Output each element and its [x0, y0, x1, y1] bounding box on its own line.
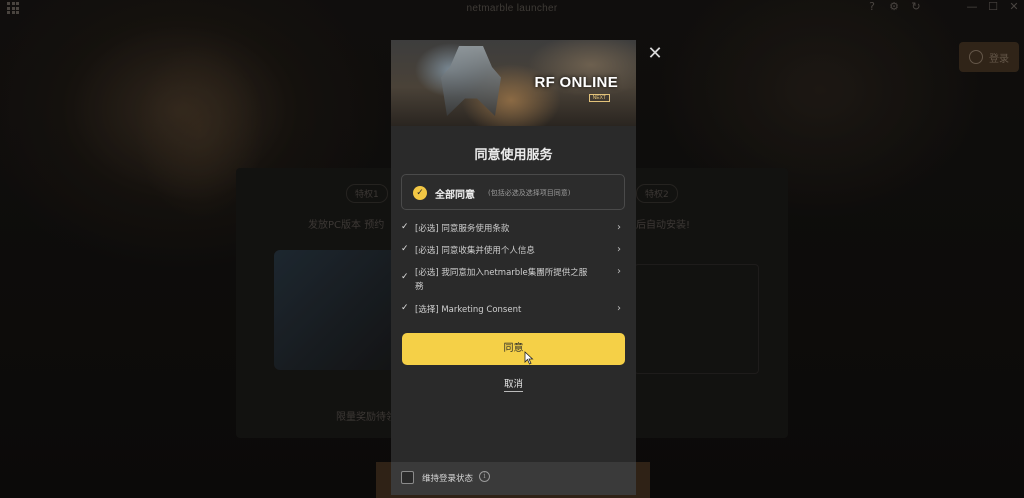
- check-icon[interactable]: ✓: [401, 222, 409, 232]
- info-icon[interactable]: i: [479, 471, 490, 482]
- chevron-right-icon[interactable]: ›: [617, 222, 621, 233]
- term-row-privacy[interactable]: ✓ [必选] 同意收集并使用个人信息 ›: [401, 244, 623, 260]
- check-icon[interactable]: ✓: [401, 272, 409, 282]
- banner-mech-art: [441, 46, 501, 116]
- close-modal-button[interactable]: ✕: [645, 44, 665, 64]
- mouse-cursor-icon: [524, 351, 534, 365]
- close-icon: ✕: [647, 43, 663, 64]
- keep-login-checkbox[interactable]: [401, 471, 414, 484]
- game-banner: RF ONLINE NEXT: [391, 40, 636, 126]
- term-row-group[interactable]: ✓ [必选] 我同意加入netmarble集團所提供之服務 ›: [401, 266, 623, 296]
- check-icon[interactable]: ✓: [401, 303, 409, 313]
- game-logo-sub: NEXT: [588, 94, 610, 102]
- term-row-marketing[interactable]: ✓ [选择] Marketing Consent ›: [401, 303, 623, 319]
- term-label: [必选] 同意服务使用条款: [415, 224, 510, 234]
- agree-all-label: 全部同意: [435, 190, 475, 201]
- agree-button[interactable]: 同意: [402, 333, 625, 365]
- term-label: [必选] 我同意加入netmarble集團所提供之服務: [415, 268, 588, 292]
- game-logo: RF ONLINE: [534, 74, 618, 91]
- term-row-service[interactable]: ✓ [必选] 同意服务使用条款 ›: [401, 222, 623, 238]
- term-label: [必选] 同意收集并使用个人信息: [415, 246, 535, 256]
- terms-modal: 同意使用服务 ✓ 全部同意 (包括必选及选择项目同意) ✓ [必选] 同意服务使…: [391, 126, 636, 462]
- cancel-link-wrap: 取消: [391, 376, 636, 392]
- check-circle-icon[interactable]: ✓: [413, 186, 427, 200]
- modal-footer: 维持登录状态 i: [391, 462, 636, 495]
- check-icon[interactable]: ✓: [401, 244, 409, 254]
- cancel-link[interactable]: 取消: [503, 379, 523, 392]
- agree-all-option[interactable]: ✓ 全部同意 (包括必选及选择项目同意): [401, 174, 625, 210]
- modal-title: 同意使用服务: [474, 148, 553, 163]
- agree-all-note: (包括必选及选择项目同意): [488, 189, 571, 197]
- keep-login-label: 维持登录状态: [422, 474, 474, 484]
- chevron-right-icon[interactable]: ›: [617, 244, 621, 255]
- chevron-right-icon[interactable]: ›: [617, 266, 621, 277]
- chevron-right-icon[interactable]: ›: [617, 303, 621, 314]
- term-label: [选择] Marketing Consent: [415, 305, 522, 315]
